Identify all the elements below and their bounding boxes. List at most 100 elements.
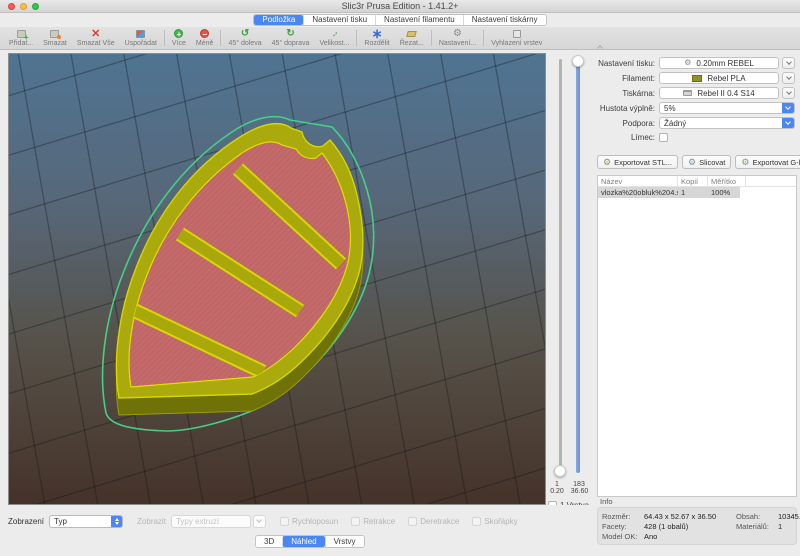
3d-viewport[interactable] [8,53,546,505]
print-settings-dropdown-button[interactable] [782,57,795,69]
object-scale-cell: 100% [708,188,746,197]
facets-value: 428 (1 obalů) [644,522,736,531]
filament-color-swatch [692,75,702,82]
info-box: Rozměr: 64.43 x 52.67 x 36.50 Obsah: 103… [597,507,797,545]
add-button[interactable]: Přidat... [4,28,38,50]
rotate-right-icon: ↻ [286,29,294,39]
print-settings-label: Nastavení tisku: [597,59,659,68]
support-combo[interactable]: Žádný [659,117,795,129]
view-3d-button[interactable]: 3D [256,536,282,547]
volume-label: Obsah: [736,512,778,521]
printer-icon [683,90,692,96]
model-ok-value: Ano [644,532,657,541]
export-gcode-button[interactable]: ⚙ Exportovat G-kód... [735,155,800,169]
delete-all-icon: ✕ [91,29,100,39]
infill-density-value: 5% [660,104,782,113]
model-preview[interactable] [9,54,546,505]
materials-value: 1 [778,522,782,531]
object-name-cell: vlozka%20obluk%204.stl [598,188,678,197]
toolbar-separator [220,30,221,46]
more-copies-button[interactable]: + Více [167,28,191,50]
view-layers-button[interactable]: Vrstvy [325,536,364,547]
show-label: Zobrazit [137,517,166,526]
delete-all-button[interactable]: ✕ Smazat Vše [72,28,120,50]
split-button[interactable]: ∗ Rozdělit [359,28,394,50]
layer-slider-max-thumb[interactable] [572,55,584,67]
toolbar-separator [164,30,165,46]
layer-range-slider-track[interactable] [559,59,562,473]
settings-button[interactable]: ⚙ Nastavení... [434,28,481,50]
minus-icon: − [200,29,209,38]
travel-toggle[interactable]: Rychloposun [280,517,338,526]
tab-nastaveni-tisku[interactable]: Nastavení tisku [303,15,375,25]
layer-smoothing-toggle[interactable]: Vyhlazení vrstev [486,28,547,50]
shells-toggle[interactable]: Skořápky [472,517,517,526]
layer-slider-min-thumb[interactable] [554,465,566,477]
object-list-table[interactable]: Název Kopií Měřítko vlozka%20obluk%204.s… [597,175,797,497]
z-max-value: 36.60 [568,488,591,495]
plus-icon: + [174,29,183,38]
toolbar-separator [356,30,357,46]
printer-dropdown-button[interactable] [782,87,795,99]
delete-button[interactable]: Smazat [38,28,72,50]
toolbar: Přidat... Smazat ✕ Smazat Vše Uspořádat … [0,27,800,50]
print-settings-value: 0.20mm REBEL [696,59,753,68]
retractions-checkbox[interactable] [351,517,360,526]
arrange-button[interactable]: Uspořádat [120,28,162,50]
support-label: Podpora: [597,119,659,128]
tab-nastaveni-tiskarny[interactable]: Nastavení tiskárny [463,15,546,25]
layer-slider-zone: 1183 0.2036.60 1 Vrstva [546,53,592,505]
filament-label: Filament: [597,74,659,83]
filament-field[interactable]: Rebel PLA [659,72,779,84]
view-preview-button[interactable]: Náhled [282,536,324,547]
object-copies-cell: 1 [678,188,708,197]
delete-object-icon [50,30,59,38]
volume-value: 10345.69 [778,512,800,521]
model-ok-label: Model OK: [602,532,644,541]
shells-checkbox[interactable] [472,517,481,526]
cut-button[interactable]: Řezat... [395,28,429,50]
retractions-toggle[interactable]: Retrakce [351,517,395,526]
rotate-right-button[interactable]: ↻ 45° doprava [267,28,315,50]
travel-checkbox[interactable] [280,517,289,526]
unretractions-checkbox[interactable] [408,517,417,526]
bottom-bar: Zobrazení Typ Zobrazit Typy extruzí Rych… [0,505,592,556]
filament-value: Rebel PLA [707,74,745,83]
export-stl-button[interactable]: ⚙ Exportovat STL... [597,155,678,169]
fewer-copies-button[interactable]: − Méně [191,28,219,50]
export-stl-icon: ⚙ [603,158,611,167]
print-settings-field[interactable]: ⚙ 0.20mm REBEL [659,57,779,69]
brim-checkbox[interactable] [659,133,668,142]
toolbar-separator [483,30,484,46]
app-window: Slic3r Prusa Edition - 1.41.2+ Podložka … [0,0,800,556]
table-row[interactable]: vlozka%20obluk%204.stl 1 100% [598,187,740,198]
unretractions-toggle[interactable]: Deretrakce [408,517,459,526]
printer-label: Tiskárna: [597,89,659,98]
support-dropdown-button[interactable] [782,117,794,129]
toolbar-separator [431,30,432,46]
tab-nastaveni-filamentu[interactable]: Nastavení filamentu [375,15,463,25]
extrusion-type-combo[interactable]: Typy extruzí [171,515,251,528]
object-table-header: Název Kopií Měřítko [598,176,796,187]
infill-dropdown-button[interactable] [782,102,794,114]
display-mode-select[interactable]: Typ [49,515,123,528]
extrusion-type-dropdown-button[interactable] [253,515,266,528]
info-section-title: Info [600,497,613,506]
extrusion-type-placeholder: Typy extruzí [172,517,250,526]
window-title: Slic3r Prusa Edition - 1.41.2+ [0,0,800,13]
slice-button[interactable]: ⚙ Slicovat [682,155,731,169]
scale-icon: ↔ [328,27,341,40]
printer-value: Rebel II 0.4 S14 [697,89,754,98]
layer-slider-labels: 1183 0.2036.60 [546,481,592,495]
size-value: 64.43 x 52.67 x 36.50 [644,512,736,521]
scale-button[interactable]: ↔ Velikost... [314,28,354,50]
infill-density-combo[interactable]: 5% [659,102,795,114]
rotate-left-button[interactable]: ↺ 45° doleva [223,28,266,50]
printer-field[interactable]: Rebel II 0.4 S14 [659,87,779,99]
tab-podlozka[interactable]: Podložka [254,15,303,25]
layer-slider-track[interactable] [576,59,580,473]
split-icon: ∗ [372,29,383,39]
z-min-value: 0.20 [546,488,568,495]
layer-max-value: 183 [568,481,590,488]
filament-dropdown-button[interactable] [782,72,795,84]
